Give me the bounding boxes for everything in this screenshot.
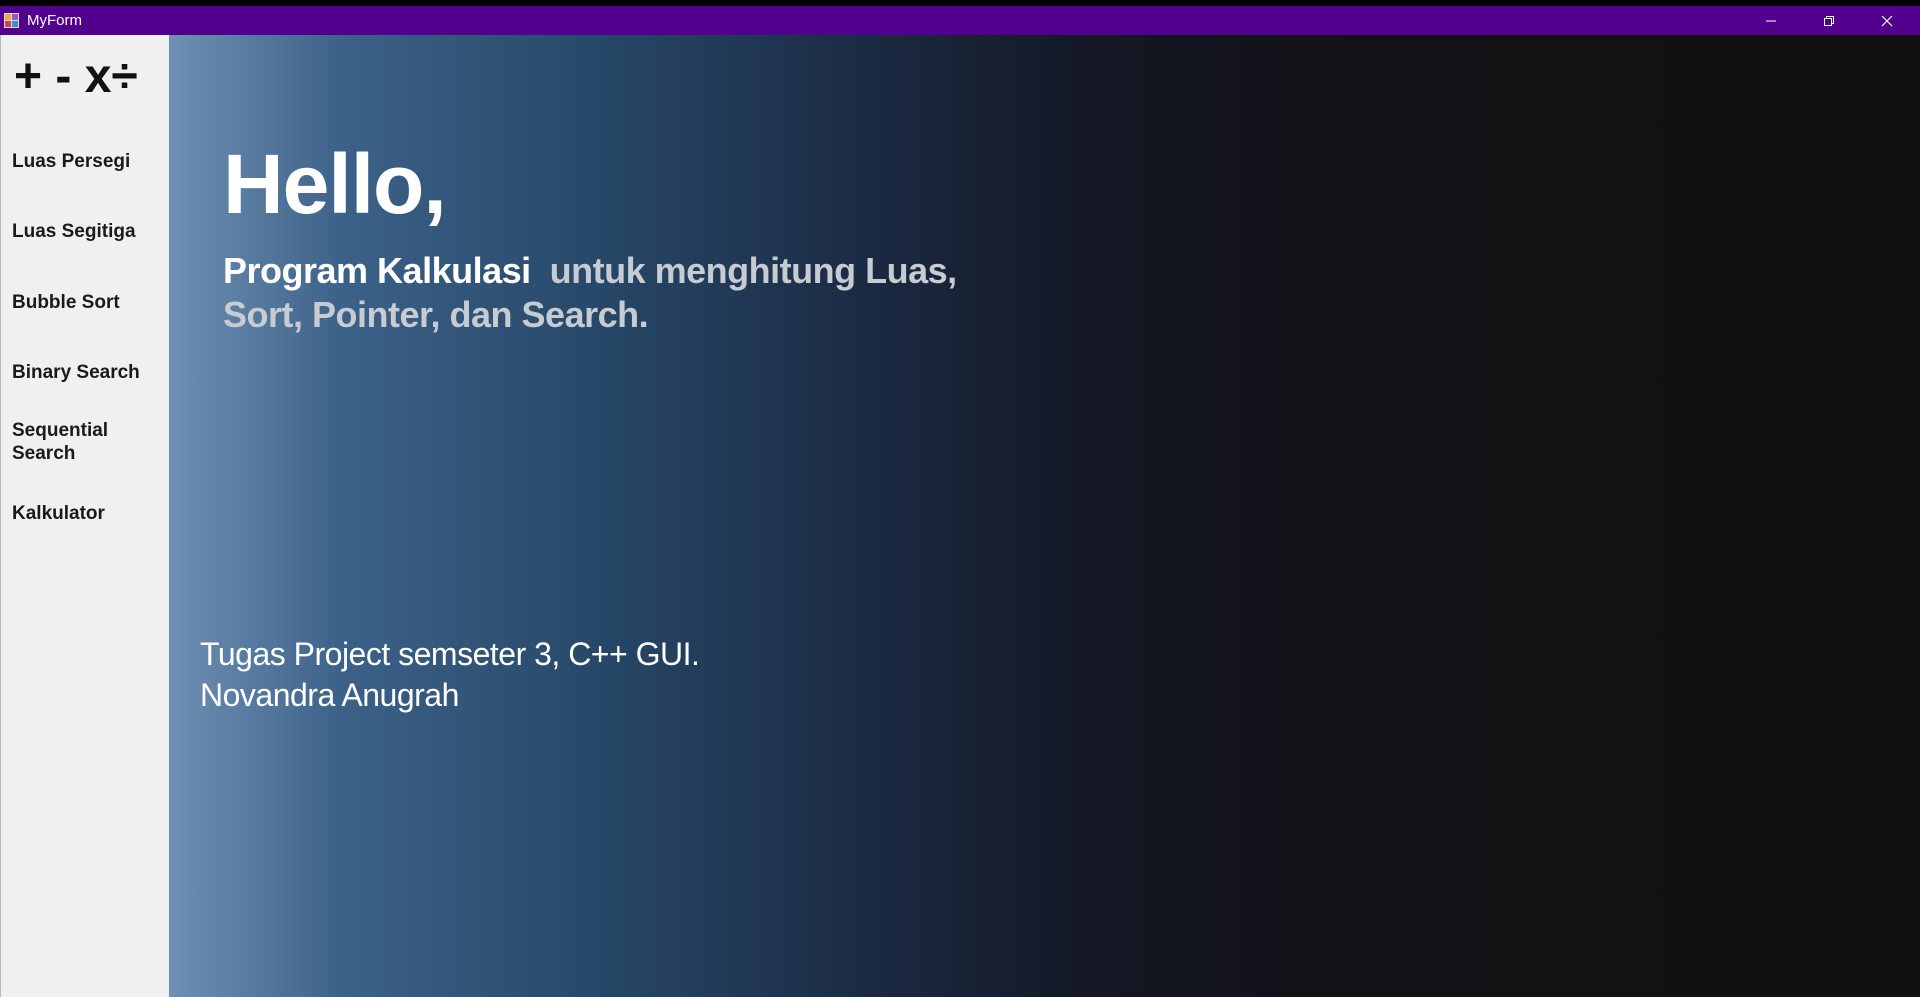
restore-icon [1824,15,1834,26]
program-description: Program Kalkulasi untuk menghitung Luas,… [223,249,983,337]
project-info: Tugas Project semseter 3, C++ GUI. Novan… [200,634,700,716]
window-title: MyForm [27,12,82,29]
app-window: MyForm + - x÷ Luas Persegi Luas Segitiga… [0,0,1920,997]
project-course: Tugas Project semseter 3, C++ GUI. [200,636,700,672]
close-button[interactable] [1858,6,1916,35]
program-name: Program Kalkulasi [223,250,531,291]
minimize-button[interactable] [1742,6,1800,35]
sidebar-item-binary-search[interactable]: Binary Search [12,361,162,384]
maximize-button[interactable] [1800,6,1858,35]
sidebar-item-luas-persegi[interactable]: Luas Persegi [12,150,162,173]
sidebar-item-luas-segitiga[interactable]: Luas Segitiga [12,220,162,243]
author-name: Novandra Anugrah [200,677,459,713]
sidebar-item-kalkulator[interactable]: Kalkulator [12,502,162,525]
title-bar[interactable]: MyForm [0,6,1920,35]
sidebar-item-bubble-sort[interactable]: Bubble Sort [12,291,162,314]
sidebar: + - x÷ Luas Persegi Luas Segitiga Bubble… [0,35,169,997]
minimize-icon [1766,20,1776,21]
app-icon [4,13,19,28]
main-panel: Hello, Program Kalkulasi untuk menghitun… [169,35,1920,997]
greeting-heading: Hello, [223,137,447,231]
close-icon [1881,15,1893,26]
sidebar-item-sequential-search[interactable]: Sequential Search [12,419,132,465]
calculator-logo: + - x÷ [14,50,138,103]
